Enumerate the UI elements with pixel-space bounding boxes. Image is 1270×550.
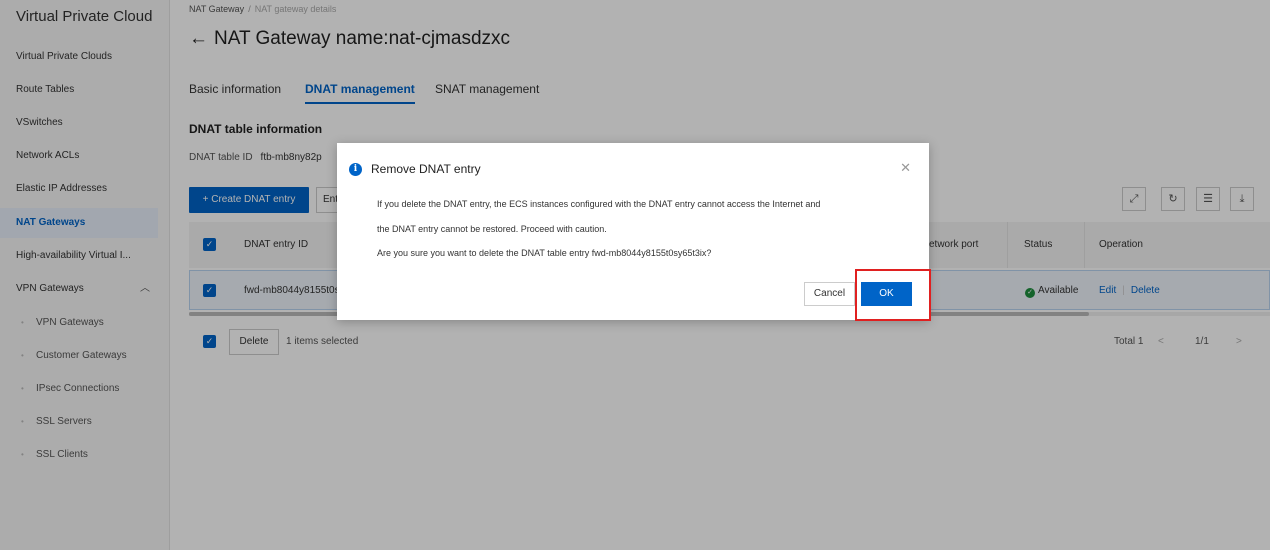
close-icon[interactable]: ✕ xyxy=(900,160,911,176)
dialog-warning-line-1: If you delete the DNAT entry, the ECS in… xyxy=(377,199,821,209)
dialog-warning-line-2: the DNAT entry cannot be restored. Proce… xyxy=(377,224,607,234)
dialog-confirm-question: Are you sure you want to delete the DNAT… xyxy=(377,248,712,258)
cancel-button[interactable]: Cancel xyxy=(804,282,855,306)
info-icon: i xyxy=(349,163,362,176)
remove-dnat-dialog: i Remove DNAT entry ✕ If you delete the … xyxy=(337,143,929,320)
dialog-title: Remove DNAT entry xyxy=(371,162,481,176)
ok-button-highlight xyxy=(855,269,931,321)
